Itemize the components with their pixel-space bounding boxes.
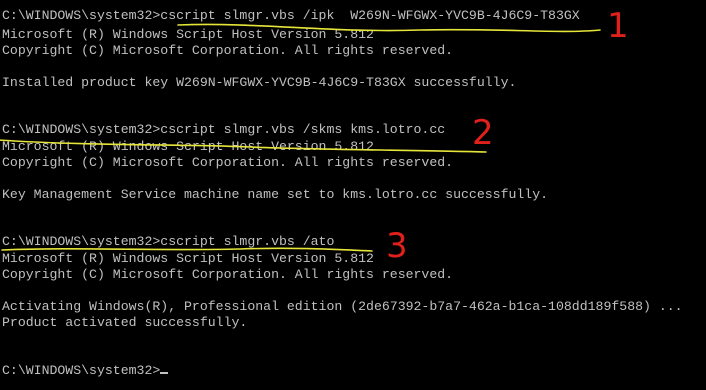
console-line-kms-set: Key Management Service machine name set … bbox=[2, 187, 549, 202]
console-line-prompt-ipk: C:\WINDOWS\system32>cscript slmgr.vbs /i… bbox=[2, 8, 580, 23]
console-line-current-prompt[interactable]: C:\WINDOWS\system32> bbox=[2, 363, 169, 379]
text-cursor bbox=[160, 372, 169, 374]
console-line-copyright: Copyright (C) Microsoft Corporation. All… bbox=[2, 43, 454, 58]
console-line-prompt-skms: C:\WINDOWS\system32>cscript slmgr.vbs /s… bbox=[2, 122, 446, 137]
console-line-wsh-version: Microsoft (R) Windows Script Host Versio… bbox=[2, 139, 374, 154]
console-line-wsh-version: Microsoft (R) Windows Script Host Versio… bbox=[2, 27, 374, 42]
console-line-activating: Activating Windows(R), Professional edit… bbox=[2, 299, 683, 314]
console-line-installed-key: Installed product key W269N-WFGWX-YVC9B-… bbox=[2, 75, 517, 90]
console-window[interactable]: C:\WINDOWS\system32>cscript slmgr.vbs /i… bbox=[0, 0, 706, 390]
console-line-copyright: Copyright (C) Microsoft Corporation. All… bbox=[2, 267, 454, 282]
console-line-copyright: Copyright (C) Microsoft Corporation. All… bbox=[2, 155, 454, 170]
prompt-text: C:\WINDOWS\system32> bbox=[2, 363, 161, 378]
console-line-prompt-ato: C:\WINDOWS\system32>cscript slmgr.vbs /a… bbox=[2, 234, 335, 249]
console-line-wsh-version: Microsoft (R) Windows Script Host Versio… bbox=[2, 251, 374, 266]
console-line-activated: Product activated successfully. bbox=[2, 315, 248, 330]
